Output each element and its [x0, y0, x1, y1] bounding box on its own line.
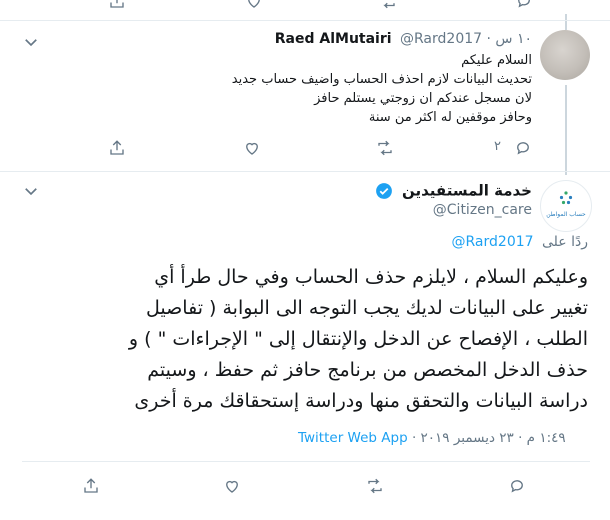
retweet-icon[interactable] — [366, 477, 388, 499]
body-line: دراسة البيانات والتحقق منها ودراسة إستحق… — [134, 390, 588, 412]
tweet-meta: Twitter Web App · ١:٤٩ م · ٢٣ ديسمبر ٢٠١… — [298, 430, 566, 446]
divider — [22, 461, 590, 462]
timestamp[interactable]: ١:٤٩ م · ٢٣ ديسمبر ٢٠١٩ — [421, 430, 566, 446]
body-line: الطلب ، الإفصاح عن الدخل والإنتقال إلى "… — [128, 328, 588, 350]
reply-tweet[interactable]: Raed AlMutairi @Rard2017 · ١٠ س السلام ع… — [0, 21, 610, 175]
reply-body: السلام عليكم تحديث البيانات لازم احذف ال… — [112, 51, 532, 127]
retweet-icon[interactable] — [376, 139, 394, 157]
like-icon[interactable] — [245, 0, 263, 10]
reply-count: ٢ — [494, 139, 501, 154]
verified-icon — [375, 182, 393, 200]
main-tweet: حساب المواطن خدمة المستفيدين @Citizen_ca… — [0, 172, 610, 520]
author-handle[interactable]: @Citizen_care — [433, 202, 532, 218]
share-icon[interactable] — [82, 477, 104, 499]
tweet-body: وعليكم السلام ، لايلزم حذف الحساب وفي حا… — [20, 262, 588, 417]
avatar[interactable]: حساب المواطن — [540, 180, 592, 232]
replying-to: @Rard2017 ردًا على — [452, 234, 588, 250]
logo-mark — [558, 190, 574, 206]
dot-separator: · — [486, 31, 491, 47]
avatar-caption: حساب المواطن — [546, 211, 586, 218]
chevron-down-icon[interactable] — [22, 33, 37, 47]
replying-handle[interactable]: @Rard2017 — [452, 234, 534, 250]
body-line: وعليكم السلام ، لايلزم حذف الحساب وفي حا… — [154, 266, 588, 288]
tweet-time[interactable]: ١٠ س — [495, 31, 532, 47]
retweet-icon[interactable] — [379, 0, 397, 10]
body-line: تغيير على البيانات لديك يجب التوجه الى ا… — [146, 297, 588, 319]
reply-icon[interactable] — [515, 0, 533, 10]
author-name[interactable]: Raed AlMutairi — [275, 31, 392, 47]
source-link[interactable]: Twitter Web App — [298, 430, 408, 446]
body-line: حذف الدخل المخصص من برنامج حافز ثم حفظ ،… — [147, 359, 588, 381]
share-icon[interactable] — [108, 0, 126, 10]
reply-line: لان مسجل عندكم ان زوجتي يستلم حافز — [314, 91, 532, 106]
reply-line: وحافز موقفين له اكثر من سنة — [368, 110, 532, 125]
meta-separator: · — [411, 430, 417, 446]
reply-line: السلام عليكم — [461, 53, 532, 68]
author-name[interactable]: خدمة المستفيدين — [402, 182, 532, 200]
chevron-down-icon[interactable] — [22, 182, 37, 196]
reply-icon[interactable] — [514, 139, 532, 157]
reply-icon[interactable] — [508, 477, 530, 499]
author-handle[interactable]: @Rard2017 — [400, 31, 482, 47]
reply-header: Raed AlMutairi @Rard2017 · ١٠ س — [275, 31, 532, 51]
reply-button[interactable]: ٢ — [490, 137, 540, 159]
author-header[interactable]: خدمة المستفيدين — [375, 180, 532, 202]
share-icon[interactable] — [108, 139, 126, 157]
like-icon[interactable] — [243, 139, 261, 157]
avatar[interactable] — [540, 30, 590, 80]
replying-prefix: ردًا على — [542, 234, 588, 250]
reply-line: تحديث البيانات لازم احذف الحساب واضيف حس… — [231, 72, 532, 87]
like-icon[interactable] — [223, 477, 245, 499]
thread-line — [565, 85, 567, 175]
